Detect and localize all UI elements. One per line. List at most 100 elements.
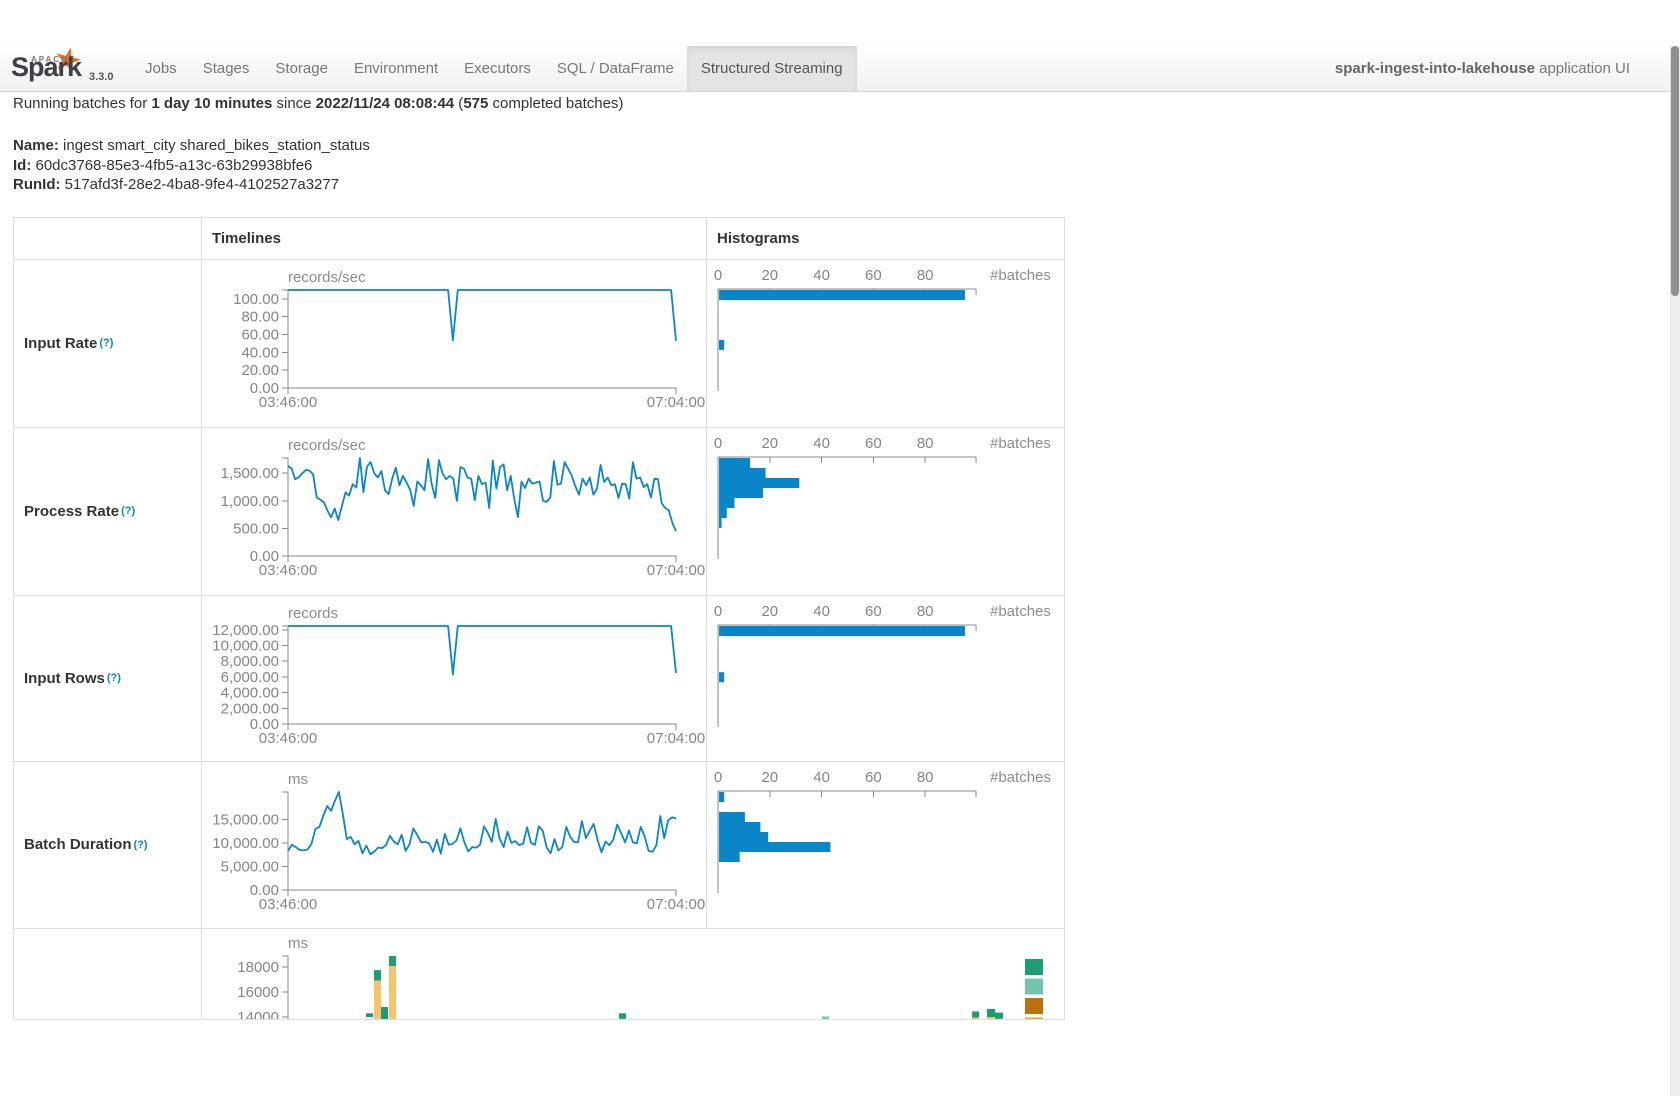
input-rate-histogram-chart: 0 20 40 60 80 #batches: [707, 260, 1064, 427]
svg-text:6,000.00: 6,000.00: [221, 668, 279, 685]
operation-duration-legend-swatch: [1025, 978, 1043, 994]
svg-text:60: 60: [865, 267, 882, 284]
page-scrollbar[interactable]: [1670, 46, 1680, 1096]
header-empty-cell: [14, 218, 201, 259]
header-timelines: Timelines: [201, 218, 706, 259]
svg-text:03:46:00: 03:46:00: [259, 896, 317, 913]
row-label-batch-duration: Batch Duration(?): [14, 761, 201, 928]
input-rows-histogram-cell: 020406080#batches: [706, 595, 1064, 761]
row-label-process-rate: Process Rate(?): [14, 427, 201, 595]
svg-text:03:46:00: 03:46:00: [259, 562, 317, 579]
start-time: 2022/11/24 08:08:44: [316, 95, 454, 112]
svg-text:ms: ms: [288, 935, 308, 952]
running-batches-summary: Running batches for 1 day 10 minutes sin…: [13, 95, 1667, 112]
svg-text:0: 0: [714, 603, 722, 620]
spark-logo[interactable]: ★ APACHE Spark 3.3.0: [0, 46, 132, 91]
tab-storage[interactable]: Storage: [262, 46, 341, 91]
svg-text:60: 60: [865, 769, 882, 786]
batch-duration-help-icon[interactable]: (?): [134, 839, 148, 851]
spark-version: 3.3.0: [89, 71, 113, 83]
process-rate-help-icon[interactable]: (?): [121, 505, 135, 517]
header-histograms: Histograms: [706, 218, 1064, 259]
operation-duration-legend-swatch: [1025, 959, 1043, 975]
svg-text:20.00: 20.00: [241, 362, 279, 379]
svg-text:8,000.00: 8,000.00: [221, 653, 279, 670]
input-rate-histogram-cell: 0 20 40 60 80 #batches: [706, 259, 1064, 427]
tab-structured-streaming[interactable]: Structured Streaming: [687, 46, 857, 91]
svg-text:20: 20: [761, 603, 778, 620]
input-rows-timeline-chart: records12,000.0010,000.008,000.006,000.0…: [202, 596, 706, 761]
svg-text:60: 60: [865, 435, 882, 452]
navbar-tabs: JobsStagesStorageEnvironmentExecutorsSQL…: [132, 46, 857, 91]
svg-text:80: 80: [917, 435, 934, 452]
svg-text:records/sec: records/sec: [288, 269, 366, 286]
input-rate-help-icon[interactable]: (?): [99, 337, 113, 349]
svg-text:#batches: #batches: [990, 603, 1051, 620]
batch-duration-timeline-cell: ms15,000.0010,000.005,000.000.0003:46:00…: [201, 761, 706, 928]
operation-duration-chart: ms180001600014000: [202, 929, 1064, 1019]
svg-text:40.00: 40.00: [241, 344, 279, 361]
svg-text:40: 40: [813, 267, 830, 284]
tab-sql-dataframe[interactable]: SQL / DataFrame: [544, 46, 687, 91]
row-label-input-rate: Input Rate(?): [14, 259, 201, 427]
streaming-stats-table: Timelines Histograms Input Rate(?) recor…: [13, 217, 1065, 1020]
svg-text:07:04:00: 07:04:00: [647, 394, 705, 411]
svg-text:03:46:00: 03:46:00: [259, 730, 317, 747]
svg-text:12,000.00: 12,000.00: [212, 621, 279, 638]
process-rate-timeline-chart: records/sec1,500.001,000.00500.000.0003:…: [202, 428, 706, 595]
row-label-input-rows: Input Rows(?): [14, 595, 201, 761]
query-name-line: Name: ingest smart_city shared_bikes_sta…: [13, 136, 1667, 156]
tab-stages[interactable]: Stages: [190, 46, 263, 91]
top-navbar: ★ APACHE Spark 3.3.0 JobsStagesStorageEn…: [0, 46, 1680, 92]
svg-text:07:04:00: 07:04:00: [647, 730, 705, 747]
input-rows-help-icon[interactable]: (?): [107, 672, 121, 684]
row-label-operation-duration-cell: [14, 928, 201, 1019]
svg-text:500.00: 500.00: [233, 520, 279, 537]
svg-text:80: 80: [917, 267, 934, 284]
query-metadata: Name: ingest smart_city shared_bikes_sta…: [13, 136, 1667, 195]
svg-text:16000: 16000: [237, 984, 279, 1001]
svg-text:15,000.00: 15,000.00: [212, 811, 279, 828]
svg-text:ms: ms: [288, 771, 308, 788]
input-rows-histogram-chart: 020406080#batches: [707, 596, 1064, 761]
svg-text:0: 0: [714, 267, 722, 284]
batch-duration-timeline-chart: ms15,000.0010,000.005,000.000.0003:46:00…: [202, 762, 706, 928]
operation-duration-legend-swatch: [1025, 998, 1043, 1014]
svg-text:1,500.00: 1,500.00: [221, 465, 279, 482]
input-rows-timeline-cell: records12,000.0010,000.008,000.006,000.0…: [201, 595, 706, 761]
svg-text:records/sec: records/sec: [288, 437, 366, 454]
tab-executors[interactable]: Executors: [451, 46, 544, 91]
completed-batch-count: 575: [463, 95, 488, 112]
input-rate-timeline-chart: records/sec100.0080.0060.0040.0020.000.0…: [202, 260, 706, 427]
svg-text:10,000.00: 10,000.00: [212, 637, 279, 654]
svg-text:20: 20: [761, 769, 778, 786]
process-rate-histogram-cell: 020406080#batches: [706, 427, 1064, 595]
input-rate-timeline-cell: records/sec100.0080.0060.0040.0020.000.0…: [201, 259, 706, 427]
svg-text:5,000.00: 5,000.00: [221, 858, 279, 875]
svg-text:40: 40: [813, 435, 830, 452]
svg-text:#batches: #batches: [990, 267, 1051, 284]
svg-text:20: 20: [761, 435, 778, 452]
scrollbar-thumb[interactable]: [1671, 46, 1679, 296]
running-duration: 1 day 10 minutes: [151, 95, 272, 112]
svg-text:20: 20: [761, 267, 778, 284]
spark-wordmark: Spark: [11, 52, 81, 83]
svg-text:80: 80: [917, 769, 934, 786]
svg-text:14000: 14000: [237, 1009, 279, 1019]
application-title: spark-ingest-into-lakehouse application …: [1335, 60, 1680, 77]
svg-text:10,000.00: 10,000.00: [212, 834, 279, 851]
process-rate-timeline-cell: records/sec1,500.001,000.00500.000.0003:…: [201, 427, 706, 595]
query-runid-line: RunId: 517afd3f-28e2-4ba8-9fe4-4102527a3…: [13, 175, 1667, 195]
svg-text:80.00: 80.00: [241, 308, 279, 325]
svg-text:03:46:00: 03:46:00: [259, 394, 317, 411]
operation-duration-chart-cell: ms180001600014000: [201, 928, 1064, 1019]
batch-duration-histogram-chart: 020406080#batches: [707, 762, 1064, 928]
tab-jobs[interactable]: Jobs: [132, 46, 190, 91]
process-rate-histogram-chart: 020406080#batches: [707, 428, 1064, 595]
application-name: spark-ingest-into-lakehouse: [1335, 60, 1535, 77]
svg-text:0: 0: [714, 769, 722, 786]
svg-text:07:04:00: 07:04:00: [647, 562, 705, 579]
tab-environment[interactable]: Environment: [341, 46, 451, 91]
svg-text:60.00: 60.00: [241, 326, 279, 343]
svg-text:1,000.00: 1,000.00: [221, 492, 279, 509]
